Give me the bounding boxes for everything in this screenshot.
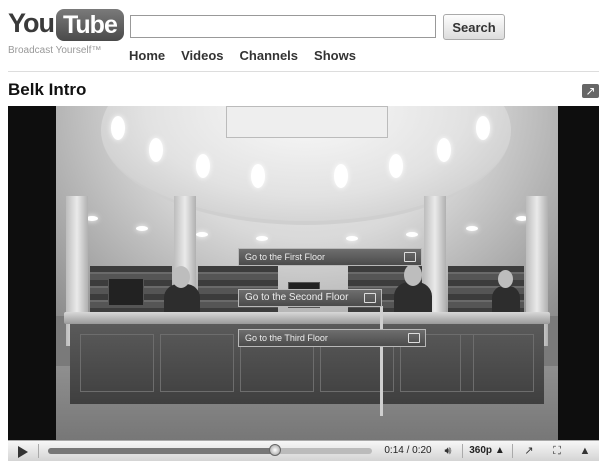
skylight [226, 106, 388, 138]
header-divider [8, 71, 599, 72]
annotation-first-floor[interactable]: Go to the First Floor [238, 248, 422, 266]
progress-bar[interactable] [48, 448, 372, 454]
fullscreen-icon[interactable]: ⛶ [546, 441, 568, 461]
person-head [498, 270, 513, 288]
nav-channels[interactable]: Channels [240, 48, 299, 63]
quality-selector[interactable]: 360p ▲ [466, 441, 508, 461]
annotation-label: Go to the First Floor [245, 252, 326, 262]
popout-player-icon[interactable]: ↗ [518, 441, 540, 461]
play-icon [18, 446, 28, 458]
dome-window [437, 138, 451, 162]
annotation-icon [404, 252, 416, 262]
person-head [172, 266, 190, 288]
search-input[interactable] [130, 15, 436, 38]
video-scene: Go to the First Floor Go to the Second F… [56, 106, 558, 440]
desk-top [64, 312, 550, 324]
person-head [404, 264, 422, 286]
popout-icon[interactable]: ↗ [582, 84, 599, 98]
ceiling-light [196, 232, 208, 237]
ceiling-light [466, 226, 478, 231]
dome-window [389, 154, 403, 178]
annotation-icon [408, 333, 420, 343]
control-separator [462, 444, 463, 458]
dome-window [196, 154, 210, 178]
annotation-label: Go to the Third Floor [245, 333, 328, 343]
stanchion-pole [380, 306, 383, 416]
progress-handle[interactable] [268, 444, 281, 456]
ceiling-light [136, 226, 148, 231]
control-separator [38, 444, 39, 458]
logo-tagline: Broadcast Yourself™ [8, 45, 102, 56]
control-separator [512, 444, 513, 458]
annotation-icon [364, 293, 376, 303]
youtube-logo[interactable]: You Tube Broadcast Yourself™ [8, 8, 124, 60]
monitor [108, 278, 144, 306]
search-button[interactable]: Search [443, 14, 505, 40]
progress-fill [48, 448, 275, 454]
ceiling-light [256, 236, 268, 241]
nav-shows[interactable]: Shows [314, 48, 356, 63]
dome-window [476, 116, 490, 140]
player-controls: 0:14 / 0:20 🔊︎ 360p ▲ ↗ ⛶ ▲ [8, 440, 599, 461]
dome-window [111, 116, 125, 140]
volume-icon[interactable]: 🔊︎ [438, 441, 458, 461]
video-title: Belk Intro [8, 80, 87, 99]
collapse-icon[interactable]: ▲ [574, 441, 596, 461]
annotation-second-floor[interactable]: Go to the Second Floor [238, 289, 382, 307]
annotation-label: Go to the Second Floor [245, 292, 349, 303]
dome-window [149, 138, 163, 162]
logo-you-text: You [8, 8, 55, 38]
dome-window [251, 164, 265, 188]
main-nav: Home Videos Channels Shows [129, 48, 356, 63]
video-frame[interactable]: Go to the First Floor Go to the Second F… [8, 106, 599, 440]
time-display: 0:14 / 0:20 [384, 445, 432, 456]
desk-panel [80, 334, 154, 392]
quality-label: 360p [469, 445, 493, 456]
ceiling-light [406, 232, 418, 237]
desk-panel [460, 334, 534, 392]
nav-home[interactable]: Home [129, 48, 165, 63]
nav-videos[interactable]: Videos [181, 48, 223, 63]
ceiling-light [346, 236, 358, 241]
desk-panel [160, 334, 234, 392]
annotation-third-floor[interactable]: Go to the Third Floor [238, 329, 426, 347]
arrow-up-icon: ▲ [494, 445, 505, 456]
logo-tube-text: Tube [56, 9, 124, 41]
play-button[interactable] [12, 441, 30, 461]
dome-window [334, 164, 348, 188]
